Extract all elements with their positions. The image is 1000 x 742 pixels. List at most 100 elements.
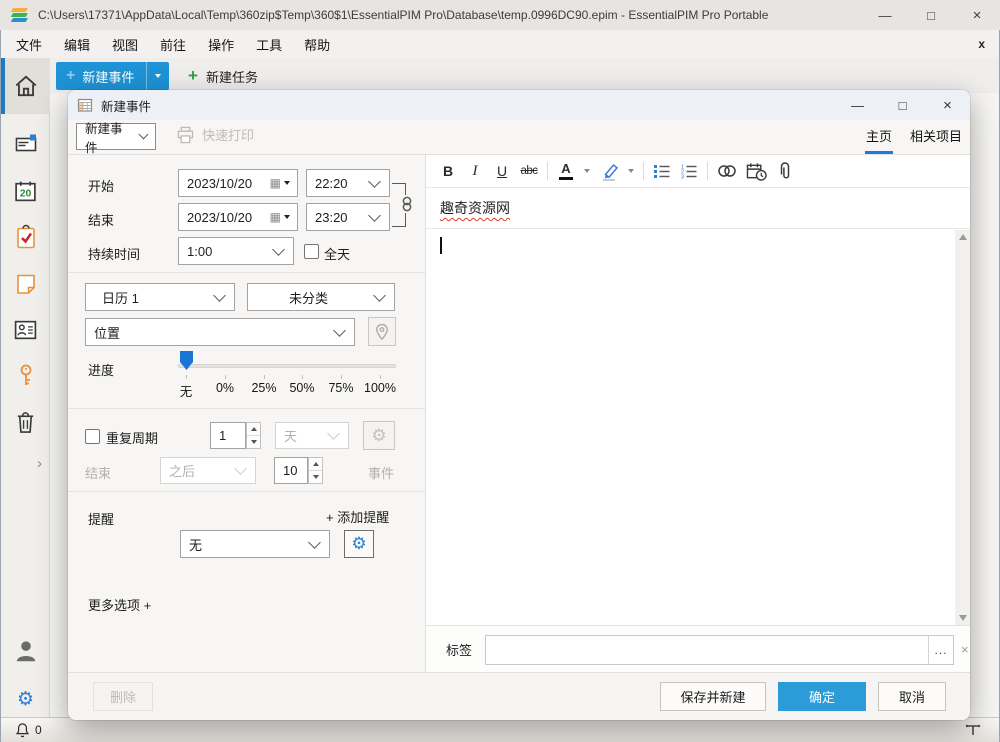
calendar-select[interactable]: 日历 1: [85, 283, 235, 311]
tags-clear-button[interactable]: ×: [961, 642, 969, 657]
note-editor-panel: B I U abc A 123: [425, 155, 970, 672]
add-reminder-button[interactable]: + 添加提醒: [326, 507, 389, 526]
sidebar-item-notes[interactable]: [1, 261, 50, 307]
location-combo[interactable]: 位置: [85, 318, 355, 346]
scroll-down-icon[interactable]: [959, 615, 967, 621]
menu-go[interactable]: 前往: [149, 35, 197, 54]
attach-file-button[interactable]: [776, 160, 794, 182]
subject-text[interactable]: 趣奇资源网: [440, 198, 510, 218]
sidebar-item-settings[interactable]: ⚙: [1, 676, 50, 722]
repeat-settings-button[interactable]: ⚙: [363, 421, 395, 450]
menu-help[interactable]: 帮助: [293, 35, 341, 54]
new-event-button[interactable]: + 新建事件: [56, 62, 169, 90]
repeat-count-spinner[interactable]: [246, 422, 261, 449]
insert-link-button[interactable]: [717, 160, 737, 182]
sidebar-item-today[interactable]: [1, 58, 50, 114]
tags-input[interactable]: [486, 636, 928, 664]
category-select[interactable]: 未分类: [247, 283, 395, 311]
dialog-close-button[interactable]: ×: [925, 90, 970, 120]
subject-row[interactable]: 趣奇资源网: [426, 188, 970, 229]
new-task-button[interactable]: + 新建任务: [178, 62, 268, 90]
spin-up-icon[interactable]: [247, 423, 260, 436]
menu-tools[interactable]: 工具: [245, 35, 293, 54]
sidebar-item-passwords[interactable]: [1, 353, 50, 399]
tags-input-wrap[interactable]: ...: [485, 635, 954, 665]
maximize-button[interactable]: □: [908, 0, 954, 30]
repeat-end-count-spinner[interactable]: [308, 457, 323, 484]
progress-slider-track[interactable]: [178, 364, 396, 368]
spin-down-icon[interactable]: [247, 436, 260, 448]
highlight-button[interactable]: [599, 160, 619, 182]
all-day-label: 全天: [324, 244, 350, 263]
numbered-list-button[interactable]: 123: [680, 160, 698, 182]
note-scrollbar[interactable]: [955, 230, 970, 625]
start-date-field[interactable]: 2023/10/20 ▦: [178, 169, 298, 197]
new-event-dropdown-arrow[interactable]: [146, 62, 169, 90]
sidebar-item-contacts[interactable]: [1, 307, 50, 353]
resize-grip-icon[interactable]: [965, 723, 981, 737]
sidebar-item-account[interactable]: [1, 628, 50, 674]
scroll-up-icon[interactable]: [959, 234, 967, 240]
end-date-field[interactable]: 2023/10/20 ▦: [178, 203, 298, 231]
underline-button[interactable]: U: [493, 160, 511, 182]
dialog-maximize-button[interactable]: □: [880, 90, 925, 120]
tab-home[interactable]: 主页: [866, 126, 892, 145]
strikethrough-button[interactable]: abc: [520, 160, 538, 182]
sidebar-item-trash[interactable]: [1, 399, 50, 445]
end-date-value: 2023/10/20: [179, 210, 270, 225]
duration-field[interactable]: 1:00: [178, 237, 294, 265]
menu-file[interactable]: 文件: [5, 35, 53, 54]
sidebar-item-tasks[interactable]: [1, 214, 50, 260]
note-icon: [14, 272, 38, 296]
event-type-select[interactable]: 新建事件: [76, 123, 156, 150]
ok-button[interactable]: 确定: [778, 682, 866, 711]
sidebar-item-mail[interactable]: [1, 121, 50, 167]
spin-down-icon[interactable]: [309, 471, 322, 483]
minimize-button[interactable]: —: [862, 0, 908, 30]
quick-print-button[interactable]: 快速打印: [176, 125, 254, 144]
menu-actions[interactable]: 操作: [197, 35, 245, 54]
menu-close-x[interactable]: x: [978, 37, 985, 51]
chevron-down-icon[interactable]: [584, 169, 590, 173]
repeat-checkbox[interactable]: [85, 429, 100, 444]
insert-datetime-button[interactable]: [746, 160, 767, 182]
note-body[interactable]: [426, 230, 970, 625]
cancel-button[interactable]: 取消: [878, 682, 946, 711]
map-pin-button[interactable]: [368, 317, 396, 346]
dialog-minimize-button[interactable]: —: [835, 90, 880, 120]
dialog-footer: 删除 保存并新建 确定 取消: [68, 672, 970, 720]
format-toolbar: B I U abc A 123: [426, 155, 970, 188]
home-icon: [13, 73, 39, 99]
repeat-count-field[interactable]: 1: [210, 422, 246, 449]
reminder-settings-button[interactable]: ⚙: [344, 530, 374, 558]
close-button[interactable]: ×: [954, 0, 1000, 30]
all-day-checkbox[interactable]: [304, 244, 319, 259]
repeat-end-mode-select[interactable]: 之后: [160, 457, 256, 484]
tab-related-items[interactable]: 相关项目: [910, 126, 962, 145]
reminder-select[interactable]: 无: [180, 530, 330, 558]
bold-button[interactable]: B: [439, 160, 457, 182]
sidebar-item-calendar[interactable]: 20: [1, 168, 50, 214]
repeat-unit-select[interactable]: 天: [275, 422, 349, 449]
repeat-end-label: 结束: [85, 463, 111, 482]
delete-button[interactable]: 删除: [93, 682, 153, 711]
save-and-new-button[interactable]: 保存并新建: [660, 682, 766, 711]
notifications-area[interactable]: 0: [15, 722, 42, 738]
more-options-toggle[interactable]: 更多选项 +: [88, 595, 151, 614]
tags-more-button[interactable]: ...: [928, 636, 953, 664]
sidebar-collapse-chevron[interactable]: ›: [1, 448, 50, 478]
end-time-field[interactable]: 23:20: [306, 203, 390, 231]
spin-up-icon[interactable]: [309, 458, 322, 471]
menu-edit[interactable]: 编辑: [53, 35, 101, 54]
italic-button[interactable]: I: [466, 160, 484, 182]
chevron-down-icon[interactable]: [628, 169, 634, 173]
repeat-end-count-field[interactable]: 10: [274, 457, 308, 484]
font-color-button[interactable]: A: [557, 160, 575, 182]
link-times-bracket[interactable]: [392, 183, 406, 227]
contacts-card-icon: [13, 319, 38, 341]
start-time-field[interactable]: 22:20: [306, 169, 390, 197]
progress-tick-75: 75%: [328, 381, 353, 395]
bullet-list-button[interactable]: [653, 160, 671, 182]
date-picker-icon: ▦: [270, 176, 281, 190]
menu-view[interactable]: 视图: [101, 35, 149, 54]
